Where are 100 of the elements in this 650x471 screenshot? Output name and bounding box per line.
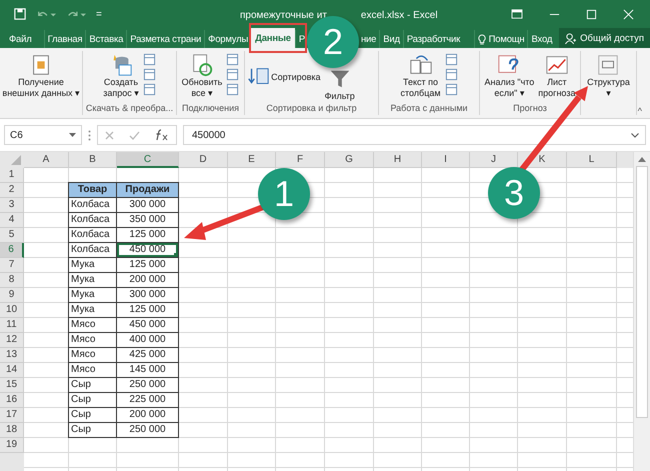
ribbon-button[interactable]: Обновить все ▾ <box>182 51 222 99</box>
table-cell[interactable]: Колбаса <box>68 198 117 213</box>
collapse-ribbon-button[interactable]: ^ <box>638 106 642 116</box>
table-cell[interactable]: 350 000 <box>117 213 179 228</box>
table-cell[interactable]: Мясо <box>68 333 117 348</box>
table-cell[interactable]: Колбаса <box>68 228 117 243</box>
row-header[interactable]: 18 <box>0 423 24 438</box>
table-cell[interactable]: 425 000 <box>117 348 179 363</box>
row-header[interactable]: 10 <box>0 303 24 318</box>
row-header[interactable]: 17 <box>0 408 24 423</box>
small-tool-icon[interactable] <box>142 68 156 81</box>
column-header[interactable]: I <box>422 152 470 168</box>
table-cell[interactable]: Мука <box>68 273 117 288</box>
row-header[interactable]: 19 <box>0 438 24 453</box>
ribbon-button[interactable]: Анализ "что если" ▾ <box>484 51 534 99</box>
vertical-scrollbar[interactable] <box>633 152 650 471</box>
table-cell[interactable]: 125 000 <box>117 303 179 318</box>
table-cell[interactable]: 450 000 <box>117 243 179 258</box>
ribbon-button[interactable]: Текст по столбцам <box>400 51 441 99</box>
table-cell[interactable]: Колбаса <box>68 213 117 228</box>
column-header[interactable]: B <box>69 152 117 168</box>
ribbon-display-icon[interactable] <box>511 9 523 19</box>
column-header[interactable]: H <box>374 152 422 168</box>
table-cell[interactable]: 225 000 <box>117 393 179 408</box>
ribbon-tab[interactable]: ние <box>361 34 376 44</box>
row-header[interactable]: 7 <box>0 258 24 273</box>
row-header[interactable]: 14 <box>0 363 24 378</box>
save-icon[interactable] <box>14 8 26 20</box>
table-cell[interactable]: 145 000 <box>117 363 179 378</box>
column-header[interactable]: L <box>567 152 617 168</box>
ribbon-button[interactable]: Создать запрос ▾ <box>103 51 139 99</box>
scrollbar-thumb[interactable] <box>636 166 648 418</box>
row-header[interactable]: 1 <box>0 168 24 183</box>
table-cell[interactable]: 300 000 <box>117 288 179 303</box>
column-header[interactable]: C <box>117 152 179 168</box>
row-header[interactable]: 3 <box>0 198 24 213</box>
cancel-icon[interactable] <box>105 130 114 140</box>
column-header[interactable]: D <box>179 152 228 168</box>
small-tool-icon[interactable] <box>226 83 240 96</box>
close-icon[interactable] <box>623 8 634 20</box>
column-header[interactable]: A <box>24 152 69 168</box>
name-box[interactable]: C6 <box>4 125 82 145</box>
customize-toolbar-button[interactable]: = <box>96 8 102 20</box>
row-header[interactable]: 9 <box>0 288 24 303</box>
table-cell[interactable]: 250 000 <box>117 378 179 393</box>
table-cell[interactable]: 250 000 <box>117 423 179 438</box>
small-tool-icon[interactable] <box>444 83 458 96</box>
insert-function-icon[interactable] <box>154 129 169 141</box>
ribbon-tab[interactable]: Р <box>298 34 305 44</box>
table-cell[interactable]: 200 000 <box>117 273 179 288</box>
row-header[interactable]: 13 <box>0 348 24 363</box>
small-tool-icon[interactable] <box>142 53 156 66</box>
row-header[interactable]: 5 <box>0 228 24 243</box>
row-header[interactable]: 15 <box>0 378 24 393</box>
ribbon-tab[interactable]: Данные <box>251 28 295 48</box>
column-header[interactable]: E <box>228 152 276 168</box>
row-header[interactable]: 4 <box>0 213 24 228</box>
ribbon-button[interactable]: Лист прогноза <box>538 51 576 99</box>
table-cell[interactable]: Сыр <box>68 378 117 393</box>
row-header[interactable]: 8 <box>0 273 24 288</box>
row-header[interactable]: 2 <box>0 183 24 198</box>
table-cell[interactable]: 125 000 <box>117 258 179 273</box>
column-header[interactable]: G <box>325 152 374 168</box>
table-cell[interactable]: 300 000 <box>117 198 179 213</box>
ribbon-button[interactable]: Получение внешних данных ▾ <box>2 51 80 99</box>
formula-input[interactable]: 450000 <box>183 125 646 145</box>
table-cell[interactable]: Мука <box>68 258 117 273</box>
spreadsheet-grid[interactable] <box>0 152 633 471</box>
check-icon[interactable] <box>128 130 140 140</box>
table-cell[interactable]: Мука <box>68 303 117 318</box>
table-cell[interactable]: Сыр <box>68 408 117 423</box>
table-cell[interactable]: Мясо <box>68 318 117 333</box>
row-header[interactable]: 6 <box>0 243 24 258</box>
column-header[interactable]: J <box>470 152 518 168</box>
share-button[interactable]: Общий доступ <box>559 28 650 48</box>
small-tool-icon[interactable] <box>444 53 458 66</box>
table-cell[interactable]: 125 000 <box>117 228 179 243</box>
table-cell[interactable]: Сыр <box>68 423 117 438</box>
table-cell[interactable]: 400 000 <box>117 333 179 348</box>
small-tool-icon[interactable] <box>444 68 458 81</box>
small-tool-icon[interactable] <box>226 53 240 66</box>
table-cell[interactable]: Мука <box>68 288 117 303</box>
column-header[interactable]: F <box>276 152 325 168</box>
ribbon-tab[interactable]: Файл <box>0 30 44 48</box>
table-cell[interactable]: Сыр <box>68 393 117 408</box>
row-header[interactable]: 11 <box>0 318 24 333</box>
table-cell[interactable]: 450 000 <box>117 318 179 333</box>
small-tool-icon[interactable] <box>142 83 156 96</box>
ribbon-button[interactable]: Структура ▾ <box>587 51 630 99</box>
drag-handle-icon[interactable] <box>88 130 91 140</box>
row-header[interactable]: 16 <box>0 393 24 408</box>
small-tool-icon[interactable] <box>226 68 240 81</box>
table-cell[interactable]: 200 000 <box>117 408 179 423</box>
table-cell[interactable]: Мясо <box>68 348 117 363</box>
ribbon-button[interactable]: Фильтр <box>324 67 355 102</box>
table-cell[interactable]: Мясо <box>68 363 117 378</box>
maximize-icon[interactable] <box>586 8 597 20</box>
scroll-up-icon[interactable] <box>638 157 646 162</box>
table-cell[interactable]: Колбаса <box>68 243 117 258</box>
row-header[interactable]: 12 <box>0 333 24 348</box>
